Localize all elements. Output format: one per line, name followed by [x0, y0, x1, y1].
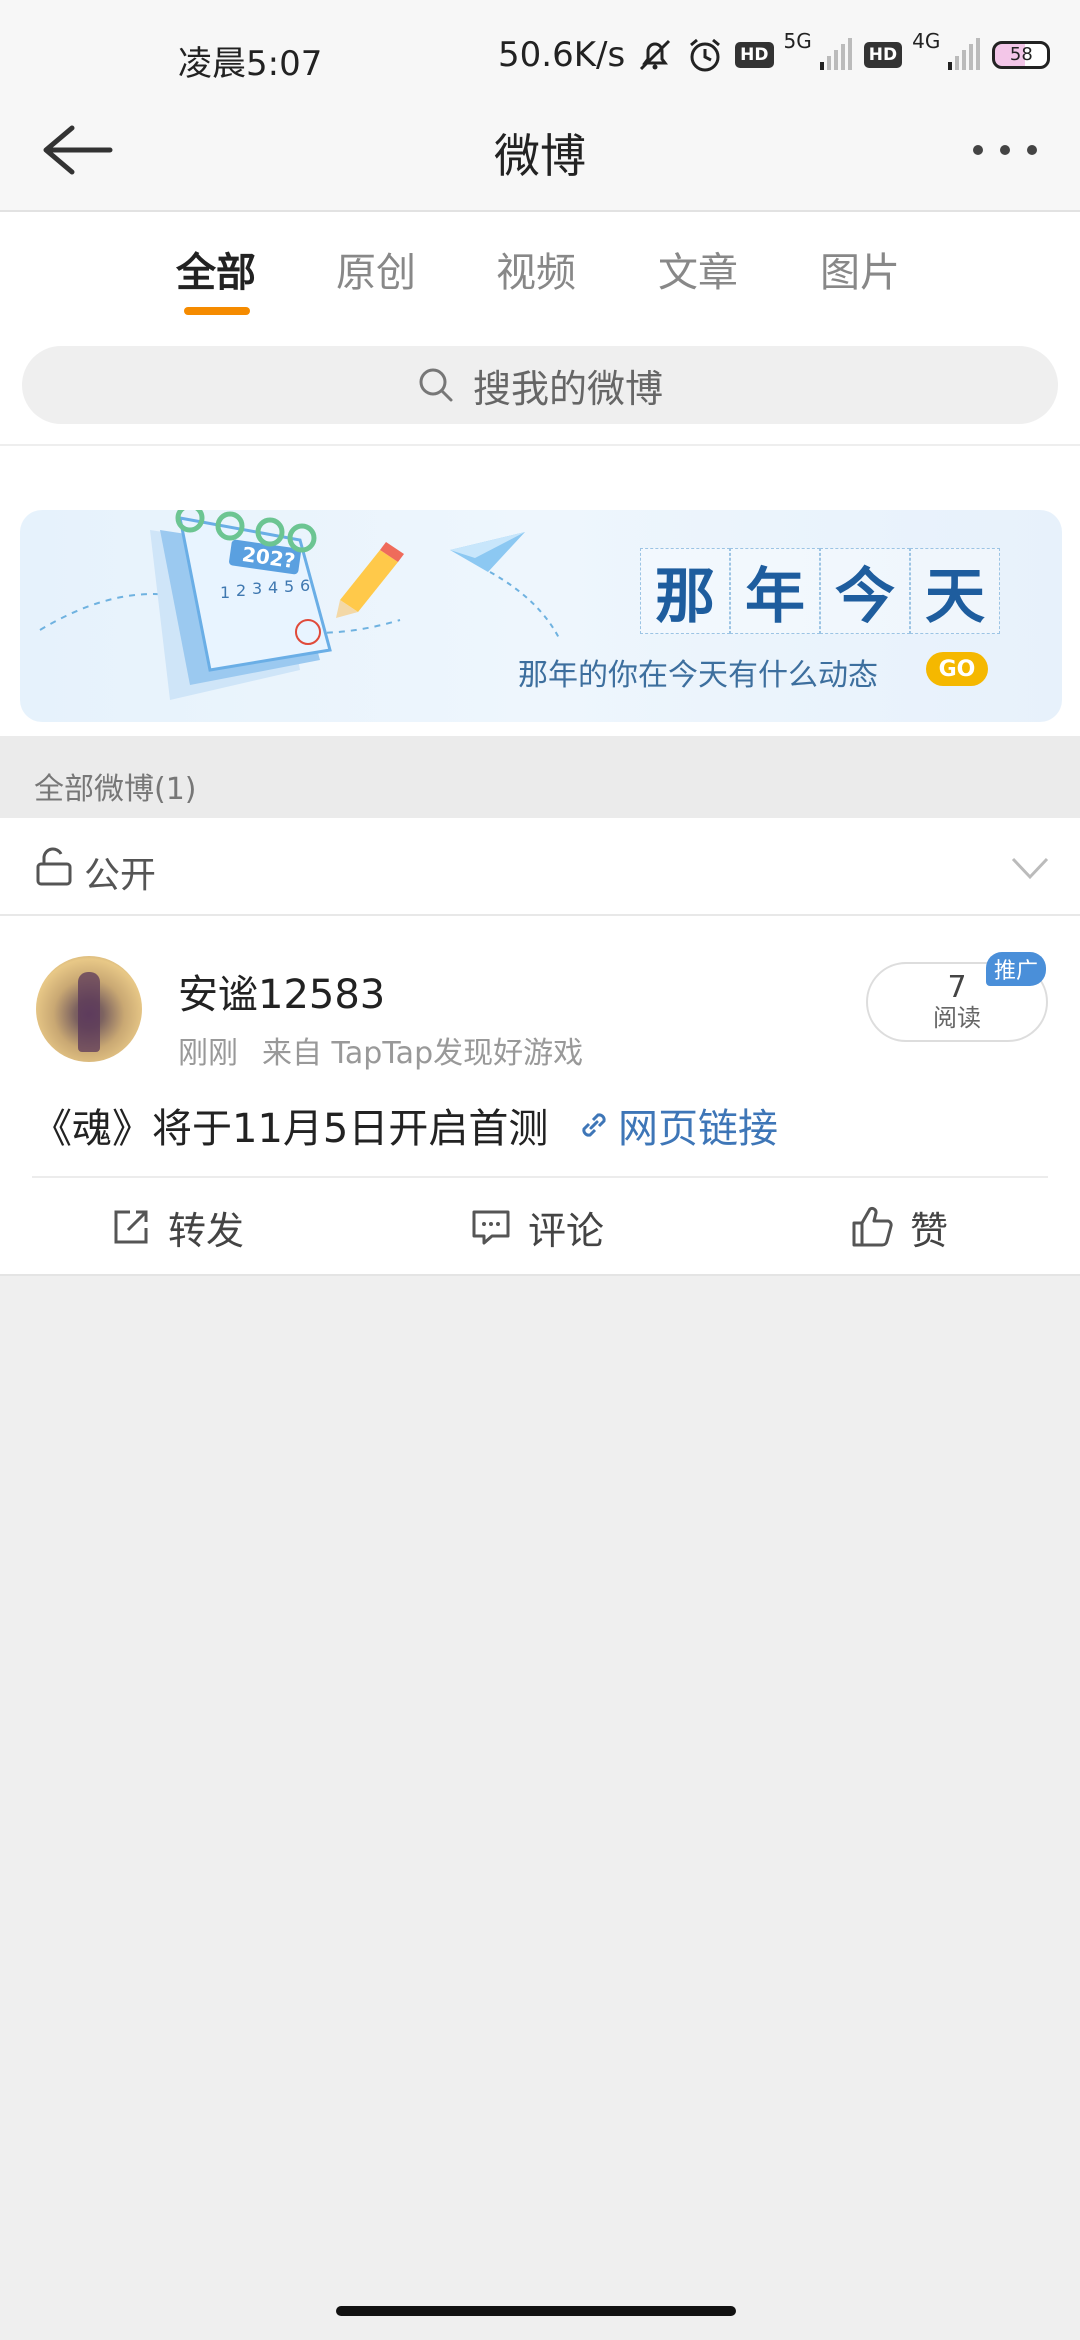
status-icons: 50.6K/s HD 5G HD 4G 58: [498, 29, 1051, 80]
page-title: 微博: [494, 129, 586, 183]
calendar-day-1: 1: [220, 583, 230, 602]
chevron-down-icon[interactable]: [1010, 853, 1050, 883]
home-indicator[interactable]: [336, 2306, 736, 2316]
signal-icon-2: [948, 38, 981, 70]
banner-title: 那 年 今 天: [640, 548, 1000, 634]
web-link[interactable]: 网页链接: [576, 1096, 778, 1154]
hd-badge: HD: [735, 42, 774, 68]
search-input[interactable]: 搜我的微博: [22, 346, 1058, 424]
signal-icon: [819, 38, 852, 70]
tab-image[interactable]: 图片: [820, 240, 900, 298]
calendar-illustration: 202? 1 2 3 4 5 6: [39, 510, 561, 700]
unlock-icon: [36, 847, 72, 886]
tab-article[interactable]: 文章: [658, 240, 738, 298]
web-link-label: 网页链接: [618, 1106, 778, 1152]
banner-title-char: 那: [640, 548, 730, 634]
comment-label: 评论: [528, 1208, 605, 1253]
visibility-filter[interactable]: [0, 818, 1080, 916]
repost-icon: [114, 1210, 148, 1244]
post-text: 《魂》将于11月5日开启首测: [32, 1106, 549, 1152]
search-icon: [419, 368, 453, 402]
section-title: 全部微博(1): [34, 772, 197, 807]
comment-icon: [472, 1210, 510, 1245]
calendar-day-5: 5: [284, 577, 294, 596]
post-username[interactable]: 安谧12583: [178, 962, 385, 1020]
banner-title-char: 天: [910, 548, 1000, 634]
status-time: 凌晨5:07: [178, 44, 323, 84]
mute-bell-icon: [640, 39, 671, 71]
thumbs-up-icon: [852, 1206, 893, 1247]
hd-badge-2: HD: [863, 42, 903, 68]
more-icon[interactable]: [970, 140, 1040, 160]
battery-icon: 58: [992, 41, 1051, 69]
banner-go-button[interactable]: GO: [926, 652, 988, 686]
read-label: 阅读: [933, 1004, 981, 1032]
like-label: 赞: [910, 1208, 949, 1253]
promote-badge[interactable]: 推广: [986, 952, 1046, 986]
banner-title-char: 今: [820, 548, 910, 634]
alarm-icon: [690, 38, 721, 72]
link-icon: [582, 1113, 606, 1137]
net-speed: 50.6K/s: [498, 35, 626, 75]
tab-original[interactable]: 原创: [336, 240, 416, 298]
avatar-figure: [78, 972, 100, 1052]
visibility-label: 公开: [84, 855, 157, 896]
calendar-day-6: 6: [300, 576, 310, 595]
like-button[interactable]: 赞: [850, 1202, 949, 1253]
post-meta: 刚刚 来自 TapTap发现好游戏: [178, 1028, 583, 1072]
sim2-network-type: 4G: [912, 29, 941, 53]
post-source: 来自 TapTap发现好游戏: [262, 1036, 584, 1071]
card-divider: [32, 1176, 1048, 1178]
repost-label: 转发: [168, 1208, 245, 1253]
calendar-day-3: 3: [252, 579, 262, 598]
search-placeholder: 搜我的微博: [472, 366, 663, 411]
calendar-day-2: 2: [236, 581, 246, 600]
read-count: 7: [947, 970, 967, 1005]
post-time: 刚刚: [178, 1036, 238, 1071]
banner-title-char: 年: [730, 548, 820, 634]
active-tab-indicator: [184, 307, 250, 315]
calendar-day-4: 4: [268, 578, 278, 597]
tab-video[interactable]: 视频: [496, 240, 576, 298]
comment-button[interactable]: 评论: [470, 1202, 605, 1253]
tab-all[interactable]: 全部: [176, 240, 256, 298]
sim1-network-type: 5G: [783, 29, 812, 53]
banner-subtitle: 那年的你在今天有什么动态: [518, 658, 878, 693]
repost-button[interactable]: 转发: [110, 1202, 245, 1253]
